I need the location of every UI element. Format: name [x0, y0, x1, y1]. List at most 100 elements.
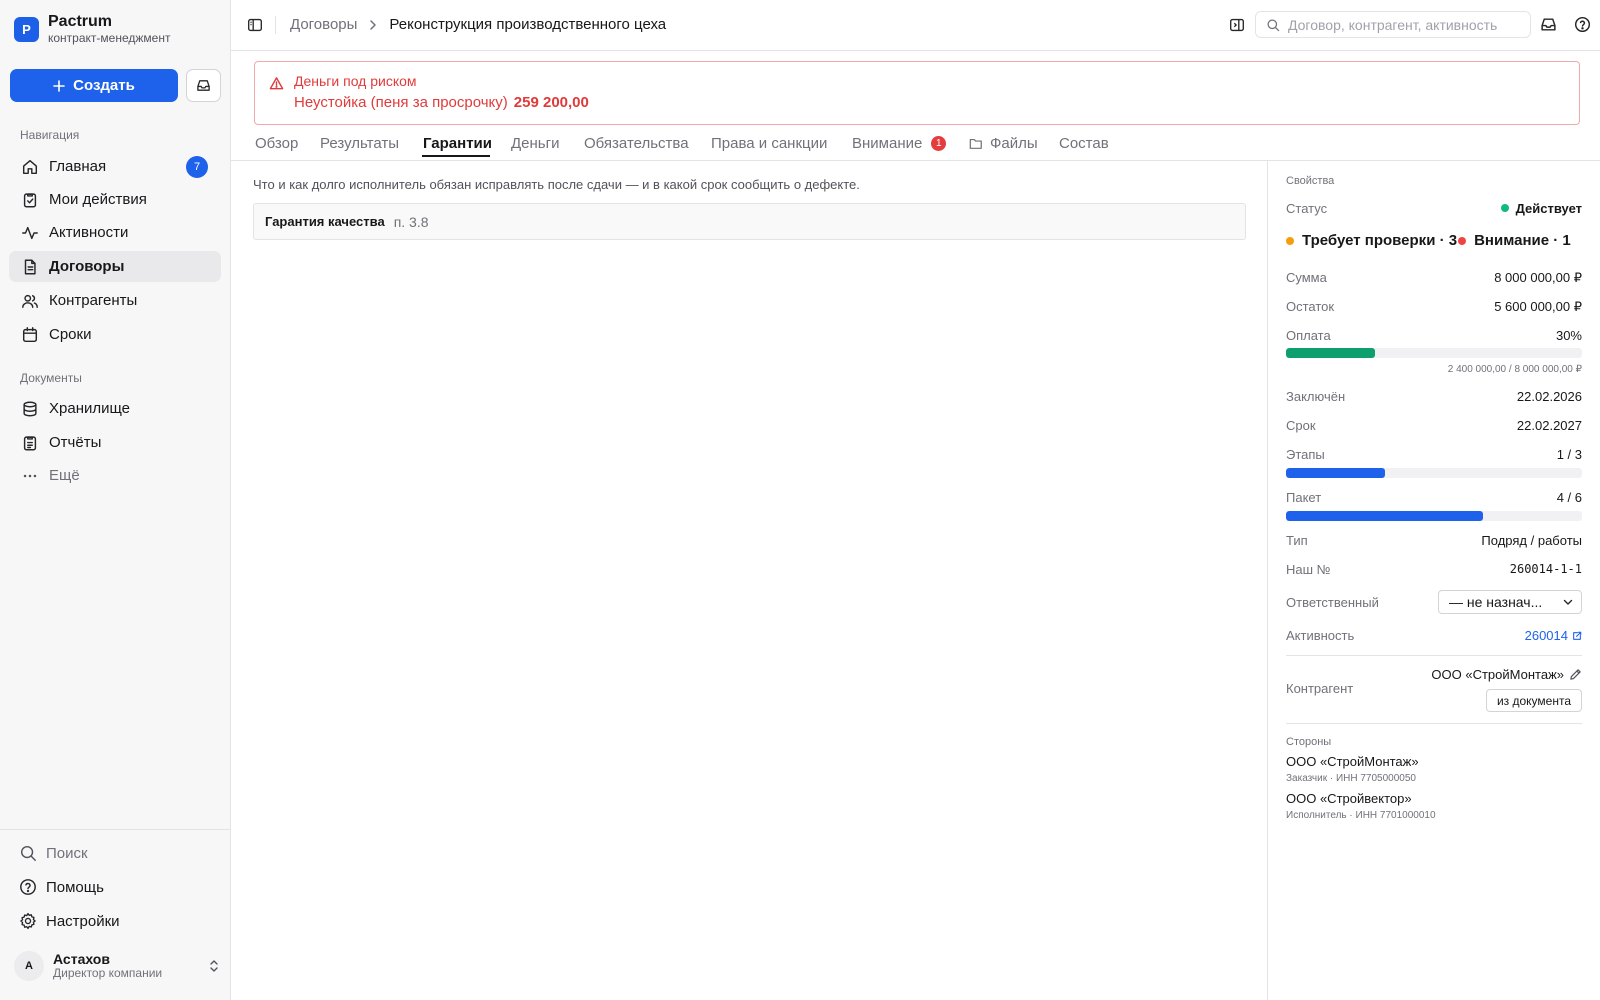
- tab-label: Внимание: [852, 135, 923, 152]
- sidebar-item-my-actions[interactable]: Мои действия: [9, 184, 221, 215]
- breadcrumb-parent[interactable]: Договоры: [290, 16, 357, 33]
- tab-files[interactable]: Файлы: [969, 131, 1038, 156]
- flag-review: Требует проверки · 3: [1302, 232, 1458, 249]
- activity-label: Активность: [1286, 628, 1355, 643]
- flag-attention: Внимание · 1: [1474, 232, 1571, 249]
- signed-label: Заключён: [1286, 389, 1346, 404]
- owner-select[interactable]: — не назнач...: [1438, 590, 1582, 614]
- sidebar-help-label: Помощь: [46, 878, 104, 896]
- docs-section-label: Документы: [20, 371, 82, 385]
- package-progress-fill: [1286, 511, 1484, 521]
- from-document-button[interactable]: из документа: [1485, 689, 1582, 712]
- alert-detail: Неустойка (пеня за просрочку) 259 200,00: [294, 94, 589, 111]
- calendar-icon: [20, 325, 40, 345]
- guarantee-clause: п. 3.8: [393, 213, 429, 230]
- create-button[interactable]: Создать: [10, 69, 178, 102]
- active-tab-indicator: [422, 155, 490, 157]
- chevron-up-down-icon: [208, 959, 220, 973]
- help-icon: [18, 877, 38, 897]
- help-icon[interactable]: [1574, 16, 1591, 33]
- external-link-icon: [1572, 631, 1582, 641]
- report-icon: [20, 433, 40, 453]
- user-role: Директор компании: [53, 966, 163, 981]
- sidebar-item-label: Мои действия: [49, 191, 147, 208]
- counterparty-name: ООО «СтройМонтаж»: [1431, 667, 1564, 682]
- sidebar-item-counterparties[interactable]: Контрагенты: [9, 285, 221, 316]
- clipboard-check-icon: [20, 190, 40, 210]
- status-flags[interactable]: Требует проверки · 3 Внимание · 1: [1286, 232, 1571, 249]
- sidebar-item-label: Контрагенты: [49, 292, 138, 309]
- search-input[interactable]: [1288, 16, 1518, 33]
- pencil-icon[interactable]: [1569, 668, 1582, 681]
- brand-subtitle: контракт-менеджмент: [48, 31, 171, 45]
- sidebar-settings-label: Настройки: [46, 912, 120, 930]
- status-value: Действует: [1500, 201, 1582, 216]
- search-box[interactable]: [1255, 11, 1531, 38]
- payment-detail: 2 400 000,00 / 8 000 000,00 ₽: [1447, 364, 1582, 375]
- sidebar-item-label: Ещё: [49, 467, 80, 484]
- tab-obligations[interactable]: Обязательства: [584, 131, 689, 156]
- properties-divider: [1286, 723, 1582, 724]
- alert-title: Деньги под риском: [294, 73, 417, 89]
- panel-right-icon[interactable]: [1228, 16, 1246, 34]
- package-label: Пакет: [1286, 490, 1322, 505]
- sidebar-help[interactable]: Помощь: [18, 877, 104, 897]
- guarantee-item[interactable]: Гарантия качества п. 3.8: [253, 203, 1246, 240]
- more-icon: [20, 466, 40, 486]
- type-value: Подряд / работы: [1481, 533, 1582, 548]
- sidebar-toggle-icon[interactable]: [246, 16, 264, 34]
- status-dot: [1500, 204, 1509, 212]
- sidebar-item-reports[interactable]: Отчёты: [9, 427, 221, 458]
- signed-value: 22.02.2026: [1516, 389, 1582, 404]
- alert-detail-label: Неустойка (пеня за просрочку): [294, 94, 508, 111]
- sidebar-item-label: Сроки: [49, 326, 92, 343]
- search-icon: [18, 843, 38, 863]
- party-name: ООО «СтройМонтаж»: [1286, 754, 1419, 769]
- topbar: Договоры Реконструкция производственного…: [231, 0, 1600, 51]
- type-label: Тип: [1286, 533, 1308, 548]
- tab-guarantees[interactable]: Гарантии: [423, 131, 492, 156]
- remain-label: Остаток: [1286, 299, 1335, 314]
- sidebar-item-storage[interactable]: Хранилище: [9, 393, 221, 424]
- user-menu[interactable]: А Астахов Директор компании: [14, 951, 220, 981]
- tab-composition[interactable]: Состав: [1059, 131, 1109, 156]
- warning-icon: [269, 76, 284, 91]
- users-icon: [20, 291, 40, 311]
- owner-label: Ответственный: [1286, 595, 1379, 610]
- tab-overview[interactable]: Обзор: [255, 131, 298, 156]
- counterparty-value[interactable]: ООО «СтройМонтаж»: [1431, 667, 1582, 682]
- status-label: Статус: [1286, 201, 1328, 216]
- brand-logo: P: [14, 16, 39, 42]
- party-role: Исполнитель · ИНН 7701000010: [1286, 810, 1436, 821]
- sidebar-item-contracts[interactable]: Договоры: [9, 251, 221, 282]
- sidebar-item-label: Хранилище: [49, 400, 130, 417]
- sidebar-item-home[interactable]: Главная 7: [9, 151, 221, 182]
- inbox-icon[interactable]: [1540, 16, 1557, 33]
- sidebar-item-more[interactable]: Ещё: [9, 460, 221, 491]
- tab-results[interactable]: Результаты: [320, 131, 399, 156]
- brand-name: Pactrum: [48, 13, 113, 30]
- brand[interactable]: P Pactrum контракт-менеджмент: [14, 14, 170, 44]
- inbox-button[interactable]: [186, 69, 221, 102]
- status-text: Действует: [1515, 201, 1582, 216]
- avatar: А: [14, 951, 44, 981]
- our-number-value: 260014-1-1: [1509, 562, 1582, 576]
- inbox-icon: [196, 78, 211, 93]
- sidebar-item-deadlines[interactable]: Сроки: [9, 319, 221, 350]
- stages-value: 1 / 3: [1556, 447, 1582, 462]
- properties-heading: Свойства: [1286, 175, 1335, 187]
- activity-link[interactable]: 260014: [1525, 628, 1582, 643]
- nav-section-label: Навигация: [20, 128, 80, 142]
- alert-amount: 259 200,00: [513, 94, 589, 111]
- parties-heading: Стороны: [1286, 736, 1332, 748]
- breadcrumb: Договоры Реконструкция производственного…: [290, 16, 666, 33]
- sidebar-settings[interactable]: Настройки: [18, 911, 120, 931]
- sidebar-item-activities[interactable]: Активности: [9, 217, 221, 248]
- tab-money[interactable]: Деньги: [511, 131, 559, 156]
- database-icon: [20, 399, 40, 419]
- activity-link-text: 260014: [1524, 628, 1568, 643]
- sidebar-search[interactable]: Поиск: [18, 843, 88, 863]
- tab-attention[interactable]: Внимание 1: [852, 131, 947, 156]
- tab-rights-sanctions[interactable]: Права и санкции: [711, 131, 827, 156]
- counterparty-label: Контрагент: [1286, 681, 1354, 696]
